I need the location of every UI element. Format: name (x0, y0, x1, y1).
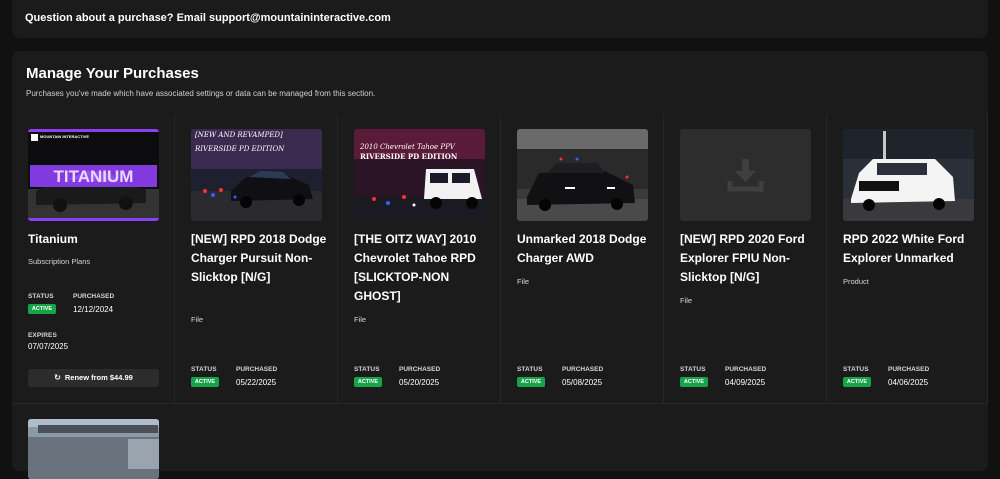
rpd-2018-thumb-text: RIVERSIDE PD EDITION (194, 145, 285, 153)
renew-button-label: Renew from $44.99 (64, 373, 133, 382)
page-subtitle: Purchases you've made which have associa… (26, 89, 376, 98)
purchased-date: 05/08/2025 (562, 378, 603, 387)
manage-purchases-panel: Manage Your Purchases Purchases you've m… (12, 51, 988, 479)
purchase-card-titanium[interactable]: MOUNTAIN INTERACTIVE TITANIUM Titanium S… (12, 114, 175, 404)
oitz-thumb-text: RIVERSIDE PD EDITION (360, 152, 458, 161)
card-title[interactable]: [NEW] RPD 2020 Ford Explorer FPIU Non-Sl… (680, 230, 820, 287)
status-label: STATUS (354, 366, 380, 373)
status-badge: ACTIVE (354, 377, 382, 387)
purchased-date: 05/20/2025 (399, 378, 440, 387)
titanium-logo-text: MOUNTAIN INTERACTIVE (40, 134, 89, 139)
status-label: STATUS (680, 366, 706, 373)
status-badge: ACTIVE (517, 377, 545, 387)
expires-date: 07/07/2025 (28, 342, 69, 351)
status-label: STATUS (843, 366, 869, 373)
purchased-label: PURCHASED (725, 366, 767, 373)
refresh-icon: ↻ (54, 373, 61, 382)
purchased-date: 12/12/2024 (73, 305, 114, 314)
purchased-label: PURCHASED (236, 366, 278, 373)
card-title[interactable]: Titanium (28, 230, 168, 249)
purchased-date: 05/22/2025 (236, 378, 277, 387)
renew-button[interactable]: ↻ Renew from $44.99 (28, 369, 159, 387)
purchased-date: 04/09/2025 (725, 378, 766, 387)
card-type: File (354, 315, 367, 324)
purchase-card-rpd-2018-charger[interactable]: [NEW AND REVAMPED] RIVERSIDE PD EDITION … (175, 114, 338, 404)
purchase-card-unmarked-charger[interactable]: Unmarked 2018 Dodge Charger AWD File STA… (501, 114, 664, 404)
purchased-label: PURCHASED (399, 366, 441, 373)
titanium-thumb-text: TITANIUM (54, 167, 134, 186)
status-badge: ACTIVE (28, 304, 56, 314)
status-label: STATUS (191, 366, 217, 373)
status-label: STATUS (517, 366, 543, 373)
purchases-grid: MOUNTAIN INTERACTIVE TITANIUM Titanium S… (12, 114, 988, 479)
page-title: Manage Your Purchases (26, 65, 199, 82)
card-type: File (517, 277, 530, 286)
status-badge: ACTIVE (680, 377, 708, 387)
card-title[interactable]: [NEW] RPD 2018 Dodge Charger Pursuit Non… (191, 230, 331, 287)
card-title[interactable]: RPD 2022 White Ford Explorer Unmarked (843, 230, 983, 268)
card-title[interactable]: Unmarked 2018 Dodge Charger AWD (517, 230, 657, 268)
status-badge: ACTIVE (843, 377, 871, 387)
expires-label: EXPIRES (28, 332, 57, 339)
card-type: File (680, 296, 693, 305)
purchase-card-rpd-2022-explorer[interactable]: RPD 2022 White Ford Explorer Unmarked Pr… (827, 114, 988, 404)
support-banner-text: Question about a purchase? Email support… (25, 12, 391, 24)
titanium-thumbnail[interactable]: MOUNTAIN INTERACTIVE TITANIUM (28, 129, 159, 221)
purchased-label: PURCHASED (888, 366, 930, 373)
oitz-tahoe-thumbnail[interactable]: 2010 Chevrolet Tahoe PPV RIVERSIDE PD ED… (354, 129, 485, 221)
purchase-card-oitz-tahoe[interactable]: 2010 Chevrolet Tahoe PPV RIVERSIDE PD ED… (338, 114, 501, 404)
rpd-2018-charger-thumbnail[interactable]: [NEW AND REVAMPED] RIVERSIDE PD EDITION (191, 129, 322, 221)
card-title[interactable]: [THE OITZ WAY] 2010 Chevrolet Tahoe RPD … (354, 230, 494, 306)
purchased-label: PURCHASED (73, 293, 115, 300)
next-card-thumbnail[interactable] (28, 419, 159, 479)
unmarked-charger-thumbnail[interactable] (517, 129, 648, 221)
purchase-card-rpd-2020-explorer[interactable]: [NEW] RPD 2020 Ford Explorer FPIU Non-Sl… (664, 114, 827, 404)
support-banner: Question about a purchase? Email support… (12, 0, 988, 38)
purchased-label: PURCHASED (562, 366, 604, 373)
placeholder-thumbnail[interactable] (680, 129, 811, 221)
rpd-2022-explorer-thumbnail[interactable] (843, 129, 974, 221)
card-type: File (191, 315, 204, 324)
card-type: Subscription Plans (28, 257, 91, 266)
purchase-card-next[interactable] (12, 404, 175, 479)
svg-text:2010 Chevrolet Tahoe PPV: 2010 Chevrolet Tahoe PPV (359, 143, 456, 151)
status-label: STATUS (28, 293, 54, 300)
card-type: Product (843, 277, 869, 286)
purchased-date: 04/06/2025 (888, 378, 929, 387)
status-badge: ACTIVE (191, 377, 219, 387)
svg-text:[NEW AND REVAMPED]: [NEW AND REVAMPED] (195, 131, 283, 139)
